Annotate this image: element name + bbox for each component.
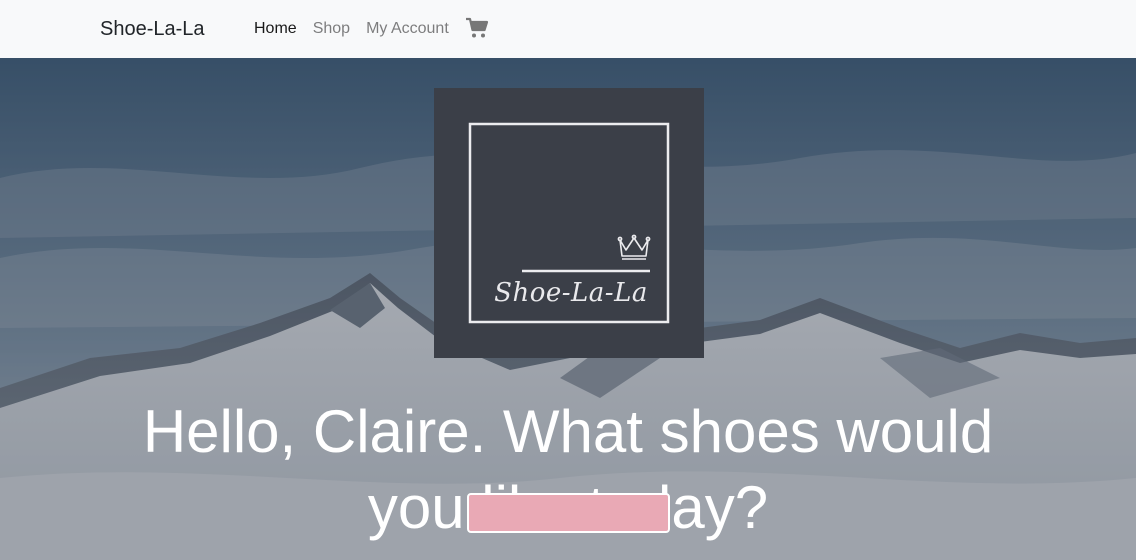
nav-link-shop[interactable]: Shop bbox=[313, 19, 350, 39]
hero-section: Shoe-La-La Hello, Claire. What shoes wou… bbox=[0, 58, 1136, 560]
hero-cta-button[interactable] bbox=[467, 493, 670, 533]
nav-link-home[interactable]: Home bbox=[254, 19, 297, 39]
nav-links: Home Shop My Account bbox=[254, 16, 489, 40]
crown-icon bbox=[617, 234, 651, 260]
nav-link-my-account[interactable]: My Account bbox=[366, 19, 449, 39]
top-navbar: Shoe-La-La Home Shop My Account bbox=[0, 0, 1136, 58]
logo-wordmark: Shoe-La-La bbox=[494, 278, 648, 308]
brand-link[interactable]: Shoe-La-La bbox=[100, 17, 205, 41]
brand-logo: Shoe-La-La bbox=[434, 88, 704, 358]
shopping-cart-icon[interactable] bbox=[465, 16, 489, 40]
